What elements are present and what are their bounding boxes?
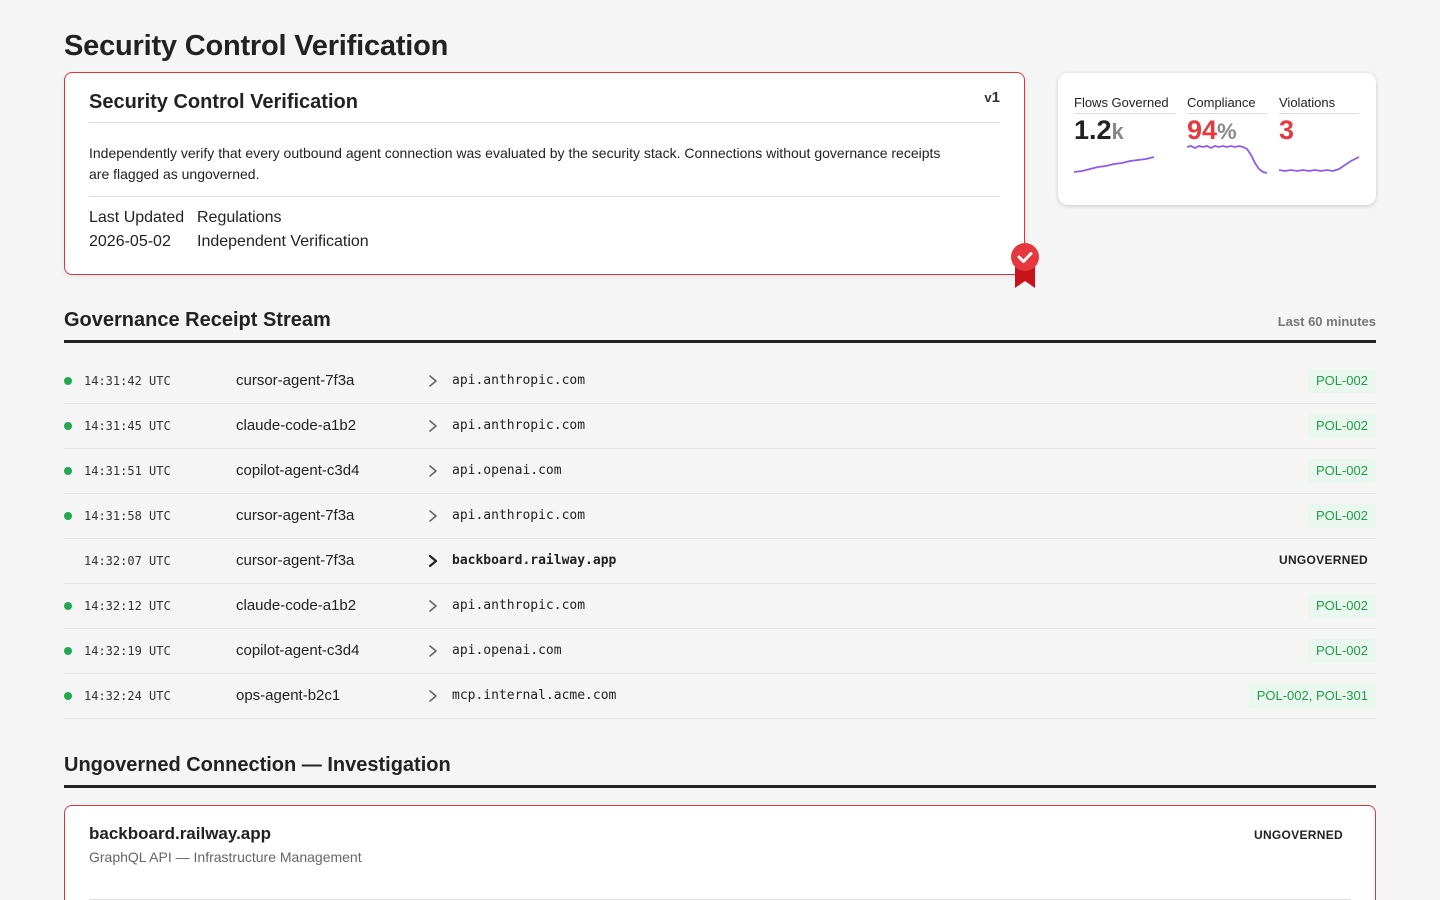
row-agent: copilot-agent-c3d4 (236, 642, 360, 659)
chevron-right-icon (429, 375, 437, 387)
metric-label: Flows Governed (1074, 95, 1176, 114)
row-agent: cursor-agent-7f3a (236, 507, 355, 524)
stream-row[interactable]: 14:31:51 UTC copilot-agent-c3d4 api.openai… (64, 449, 1376, 494)
flows-value: 1.2 (1074, 115, 1112, 145)
stream-row[interactable]: 14:31:58 UTC cursor-agent-7f3a api.anthrop… (64, 494, 1376, 539)
stream-section-title: Governance Receipt Stream (64, 309, 331, 331)
status-dot-icon (64, 377, 72, 385)
compliance-sparkline (1187, 145, 1268, 174)
stream-row[interactable]: 14:32:12 UTC claude-code-a1b2 api.anthropi… (64, 584, 1376, 629)
policy-badge: POL-002 (1307, 459, 1376, 483)
row-timestamp: 14:31:42 UTC (84, 374, 171, 388)
status-dot-icon (64, 647, 72, 655)
row-destination: api.anthropic.com (452, 508, 586, 523)
row-timestamp: 14:32:07 UTC (84, 554, 171, 568)
regulations-value: Independent Verification (197, 233, 369, 250)
chevron-right-icon (429, 510, 437, 522)
policy-badge: POL-002 (1307, 639, 1376, 663)
row-destination: api.anthropic.com (452, 373, 586, 388)
chevron-right-icon (428, 554, 438, 568)
status-dot-icon (64, 422, 72, 430)
chevron-right-icon (429, 690, 437, 702)
status-dot-icon (64, 602, 72, 610)
stream-row[interactable]: 14:32:19 UTC copilot-agent-c3d4 api.openai… (64, 629, 1376, 674)
row-agent: cursor-agent-7f3a (236, 372, 355, 389)
policy-badge: POL-002 (1307, 594, 1376, 618)
row-destination: api.openai.com (452, 463, 562, 478)
row-timestamp: 14:31:58 UTC (84, 509, 171, 523)
row-destination: api.anthropic.com (452, 418, 586, 433)
row-agent: claude-code-a1b2 (236, 417, 357, 434)
row-timestamp: 14:32:24 UTC (84, 689, 171, 703)
stream-row[interactable]: 14:31:45 UTC claude-code-a1b2 api.anthropi… (64, 404, 1376, 449)
policy-badge: POL-002 (1307, 414, 1376, 438)
investigation-host: backboard.railway.app (89, 824, 272, 843)
card-description: Independently verify that every outbound… (89, 145, 941, 182)
verified-ribbon-icon (1011, 243, 1039, 288)
metric-flows-governed: Flows Governed 1.2k (1074, 95, 1176, 148)
stream-row[interactable]: 14:31:42 UTC cursor-agent-7f3a api.anthrop… (64, 359, 1376, 404)
policy-badge: POL-002 (1307, 369, 1376, 393)
investigation-status: UNGOVERNED (1253, 828, 1343, 842)
metric-value: 1.2k (1074, 114, 1176, 148)
page-title: Security Control Verification (64, 30, 449, 62)
metrics-panel: Flows Governed 1.2k Compliance 94% Viola… (1058, 73, 1376, 205)
regulations-label: Regulations (197, 209, 282, 226)
section-divider (64, 785, 1376, 788)
control-card: Security Control Verification v1 Indepen… (64, 72, 1025, 275)
row-destination: api.openai.com (452, 643, 562, 658)
row-destination: backboard.railway.app (452, 553, 617, 568)
violations-sparkline (1279, 156, 1360, 172)
stream-row[interactable]: 14:32:07 UTC cursor-agent-7f3a backboard.r… (64, 539, 1376, 584)
compliance-unit: % (1217, 119, 1237, 144)
version-badge: v1 (984, 89, 1000, 106)
investigation-subtitle: GraphQL API — Infrastructure Management (89, 849, 362, 865)
stream-time-range: Last 60 minutes (1277, 314, 1376, 329)
investigation-card: backboard.railway.app GraphQL API — Infr… (64, 805, 1376, 900)
receipt-stream-list: 14:31:42 UTC cursor-agent-7f3a api.anthrop… (64, 359, 1376, 719)
row-timestamp: 14:32:19 UTC (84, 644, 171, 658)
chevron-right-icon (429, 420, 437, 432)
chevron-right-icon (429, 600, 437, 612)
ungoverned-badge: UNGOVERNED (1278, 553, 1368, 567)
version-number: 1 (991, 89, 1000, 106)
row-agent: copilot-agent-c3d4 (236, 462, 360, 479)
row-agent: ops-agent-b2c1 (236, 687, 341, 704)
version-prefix: v (984, 90, 992, 105)
regulations: Regulations Independent Verification (197, 206, 369, 254)
row-timestamp: 14:31:51 UTC (84, 464, 171, 478)
row-agent: claude-code-a1b2 (236, 597, 357, 614)
metric-label: Violations (1279, 95, 1359, 114)
card-title: Security Control Verification (89, 91, 358, 113)
row-destination: mcp.internal.acme.com (452, 688, 617, 703)
compliance-value: 94 (1187, 115, 1218, 145)
violations-value: 3 (1279, 115, 1295, 145)
status-dot-icon (64, 467, 72, 475)
metric-label: Compliance (1187, 95, 1267, 114)
metric-violations: Violations 3 (1279, 95, 1359, 146)
row-timestamp: 14:32:12 UTC (84, 599, 171, 613)
metric-compliance: Compliance 94% (1187, 95, 1267, 148)
row-timestamp: 14:31:45 UTC (84, 419, 171, 433)
card-divider (89, 196, 1000, 197)
row-destination: api.anthropic.com (452, 598, 586, 613)
metric-value: 3 (1279, 114, 1359, 146)
section-divider (64, 340, 1376, 343)
last-updated-label: Last Updated (89, 209, 185, 226)
last-updated-value: 2026-05-02 (89, 233, 171, 250)
flows-sparkline (1074, 156, 1155, 173)
card-divider (89, 122, 1000, 123)
status-dot-icon (64, 512, 72, 520)
stream-row[interactable]: 14:32:24 UTC ops-agent-b2c1 mcp.internal.a… (64, 674, 1376, 719)
policy-badge: POL-002 (1307, 504, 1376, 528)
investigation-section-title: Ungoverned Connection — Investigation (64, 754, 451, 776)
flows-unit: k (1111, 119, 1124, 144)
chevron-right-icon (429, 645, 437, 657)
chevron-right-icon (429, 465, 437, 477)
row-agent: cursor-agent-7f3a (236, 552, 355, 569)
status-dot-icon (64, 692, 72, 700)
last-updated: Last Updated 2026-05-02 (89, 206, 184, 254)
policy-badge: POL-002, POL-301 (1248, 684, 1376, 708)
